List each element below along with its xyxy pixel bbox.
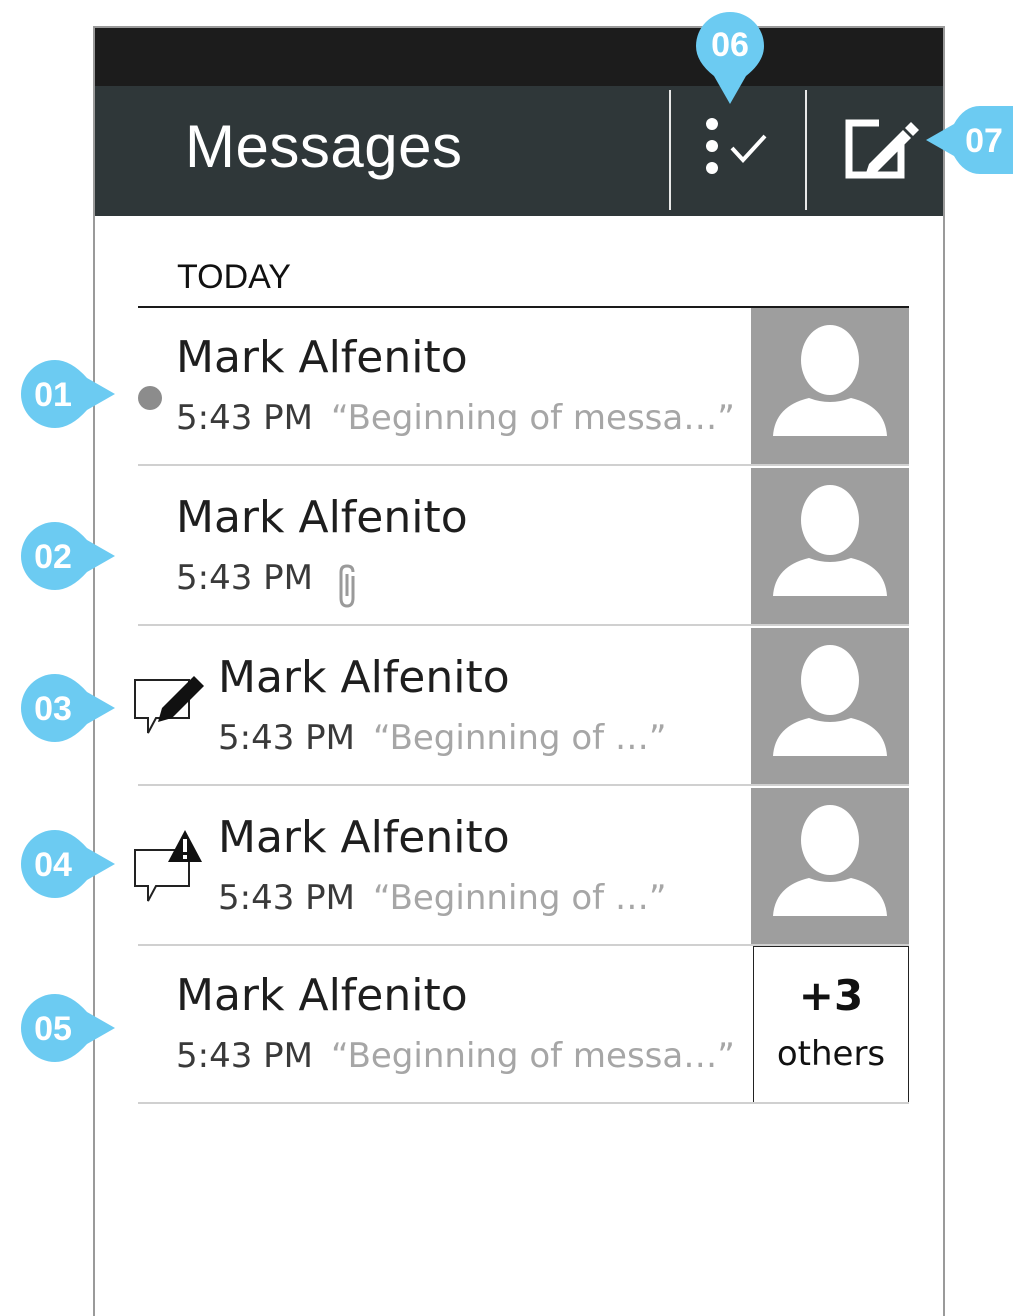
avatar [751,468,909,626]
message-meta: 5:43 PM “Beginning of messa…” [176,398,735,438]
person-icon [773,805,887,916]
contact-name: Mark Alfenito [176,492,468,543]
callout-label: 02 [34,538,72,576]
contact-name: Mark Alfenito [176,332,468,383]
callout-05: 05 [20,994,115,1062]
section-header: TODAY [177,258,291,296]
callout-02: 02 [20,522,115,590]
row-divider [138,784,909,786]
status-bar [95,28,943,86]
avatar [751,628,909,786]
page-title: Messages [185,113,463,180]
message-meta: 5:43 PM [176,558,313,598]
callout-label: 06 [711,26,749,64]
message-row[interactable]: Mark Alfenito 5:43 PM “Beginning of …” [134,788,909,946]
row-divider [138,624,909,626]
others-label: others [776,1034,886,1074]
callout-07: 07 [926,106,1013,174]
toolbar-divider [669,90,671,210]
callout-label: 04 [34,846,72,884]
contact-name: Mark Alfenito [218,652,510,703]
message-time: 5:43 PM [176,558,313,598]
error-icon [134,830,202,902]
message-time: 5:43 PM [218,718,355,758]
message-meta: 5:43 PM “Beginning of …” [218,878,667,918]
unread-indicator [138,386,162,410]
group-others-badge: +3 others [753,946,909,1103]
row-divider [138,464,909,466]
callout-label: 05 [34,1010,72,1048]
message-preview: “Beginning of …” [373,718,667,758]
app-bar: Messages [95,86,943,216]
paperclip-icon [339,564,355,608]
toolbar-divider [805,90,807,210]
person-icon [773,645,887,756]
message-preview: “Beginning of messa…” [331,1036,735,1076]
callout-03: 03 [20,674,115,742]
callout-04: 04 [20,830,115,898]
callout-label: 07 [965,122,1003,160]
message-time: 5:43 PM [176,1036,313,1076]
avatar [751,308,909,466]
person-icon [773,485,887,596]
message-row[interactable]: Mark Alfenito 5:43 PM “Beginning of messa… [138,308,909,466]
callout-06: 06 [696,11,764,104]
callout-01: 01 [20,360,115,428]
row-divider [138,1102,909,1104]
message-meta: 5:43 PM “Beginning of …” [218,718,667,758]
others-count: +3 [798,971,864,1020]
message-row[interactable]: Mark Alfenito 5:43 PM “Beginning of …” [134,628,909,786]
message-preview: “Beginning of …” [373,878,667,918]
callout-label: 01 [34,376,72,414]
phone-frame: Messages TODAY Mark Alfenito 5:43 PM “Beg… [93,26,945,1316]
message-row[interactable]: Mark Alfenito 5:43 PM “Beginning of messa… [138,946,909,1104]
avatar [751,788,909,946]
message-time: 5:43 PM [218,878,355,918]
message-preview: “Beginning of messa…” [331,398,735,438]
callout-label: 03 [34,690,72,728]
contact-name: Mark Alfenito [176,970,468,1021]
contact-name: Mark Alfenito [218,812,510,863]
message-meta: 5:43 PM “Beginning of messa…” [176,1036,735,1076]
message-row[interactable]: Mark Alfenito 5:43 PM [138,468,909,626]
message-time: 5:43 PM [176,398,313,438]
person-icon [773,325,887,436]
draft-icon [134,676,204,734]
